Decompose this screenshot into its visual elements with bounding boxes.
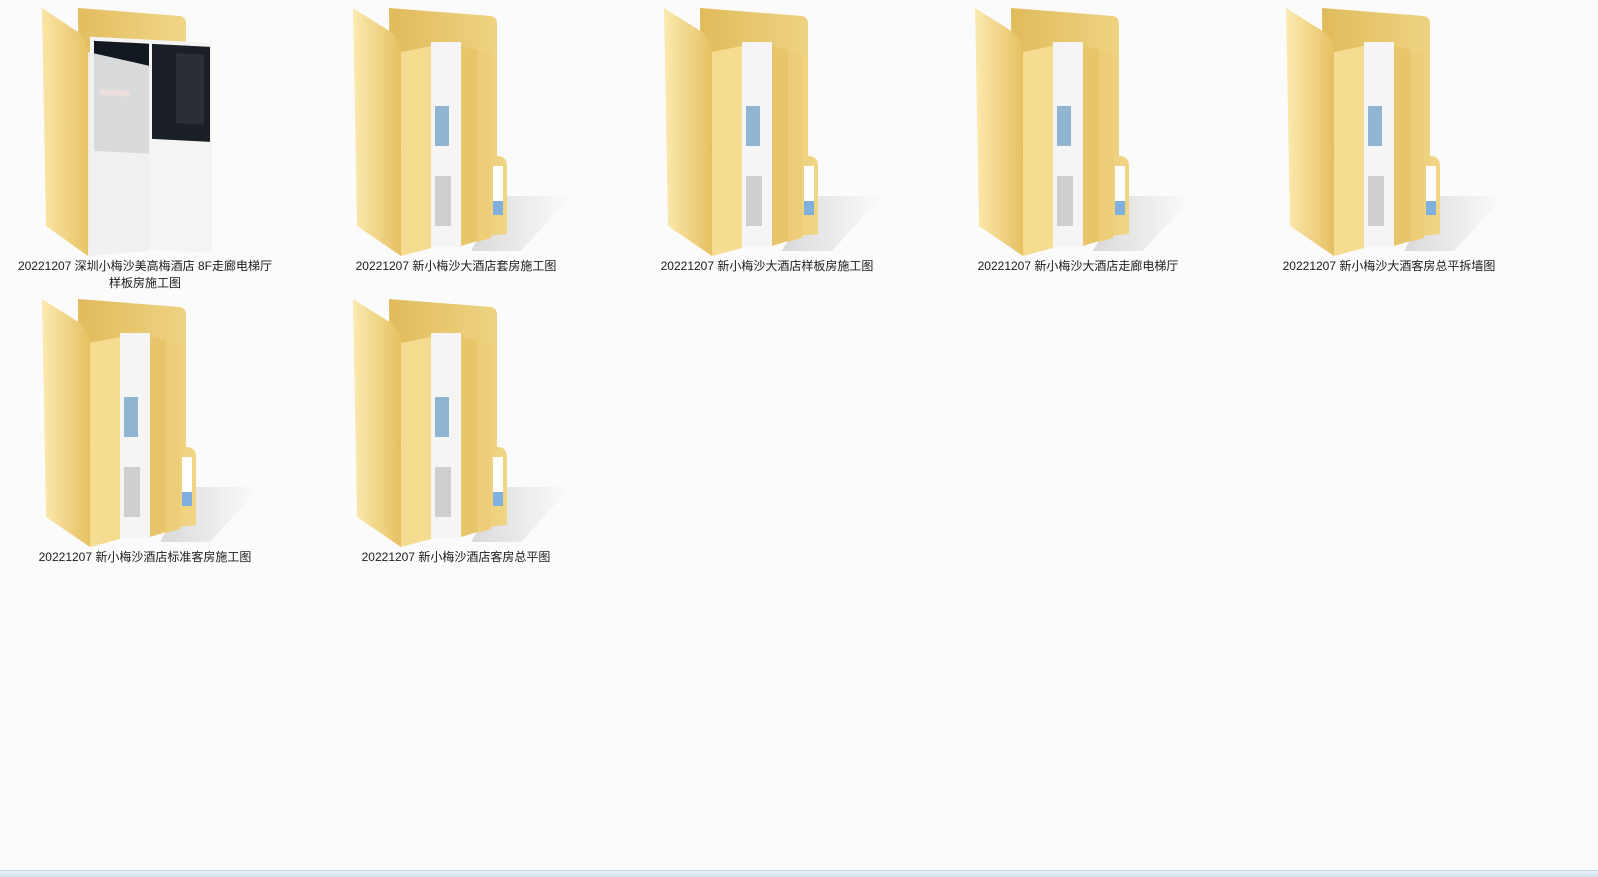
folder-name: 20221207 新小梅沙大酒客房总平拆墙图 <box>1282 259 1496 273</box>
folder-name-line1: 20221207 深圳小梅沙美高梅酒店 8F走廊电梯厅 <box>17 259 273 273</box>
folder-item[interactable]: 20221207 深圳小梅沙美高梅酒店 8F走廊电梯厅 样板房施工图 <box>0 0 290 290</box>
folder-icon <box>622 0 912 258</box>
folder-item[interactable]: 20221207 新小梅沙大酒客房总平拆墙图 <box>1244 0 1534 290</box>
folder-item[interactable]: 20221207 新小梅沙大酒店套房施工图 <box>311 0 601 290</box>
folder-icon <box>311 0 601 258</box>
folder-icon <box>1244 0 1534 258</box>
folder-icon <box>933 0 1223 258</box>
file-list-view: 20221207 深圳小梅沙美高梅酒店 8F走廊电梯厅 样板房施工图 20221… <box>0 0 1598 870</box>
folder-icon <box>0 291 290 549</box>
folder-name: 20221207 新小梅沙大酒店走廊电梯厅 <box>977 259 1179 273</box>
folder-name-line2: 样板房施工图 <box>108 276 181 290</box>
folder-with-preview-icon <box>0 0 290 258</box>
folder-name: 20221207 新小梅沙大酒店套房施工图 <box>355 259 557 273</box>
folder-item[interactable]: 20221207 新小梅沙酒店标准客房施工图 <box>0 291 290 581</box>
folder-name: 20221207 新小梅沙酒店标准客房施工图 <box>38 550 252 564</box>
folder-name: 20221207 新小梅沙酒店客房总平图 <box>361 550 551 564</box>
folder-name: 20221207 新小梅沙大酒店样板房施工图 <box>660 259 874 273</box>
folder-icon <box>311 291 601 549</box>
folder-item[interactable]: 20221207 新小梅沙大酒店样板房施工图 <box>622 0 912 290</box>
folder-item[interactable]: 20221207 新小梅沙大酒店走廊电梯厅 <box>933 0 1223 290</box>
folder-item[interactable]: 20221207 新小梅沙酒店客房总平图 <box>311 291 601 581</box>
folder-name: 20221207 深圳小梅沙美高梅酒店 8F走廊电梯厅 样板房施工图 <box>0 258 290 292</box>
